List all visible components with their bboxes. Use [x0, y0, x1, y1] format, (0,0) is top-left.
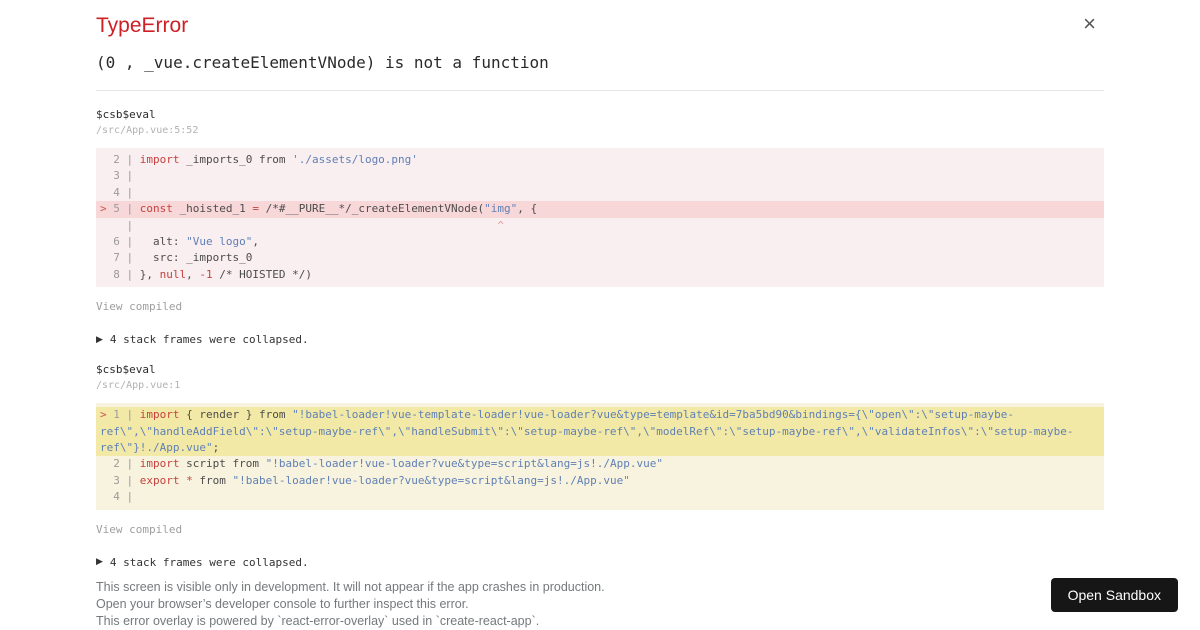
error-overlay: × TypeError (0 , _vue.createElementVNode…	[96, 0, 1104, 630]
collapsed-frames-label: 4 stack frames were collapsed.	[109, 555, 309, 569]
divider	[96, 90, 1104, 91]
footer-note: This screen is visible only in developme…	[96, 579, 1104, 630]
code-line: > 1 | import { render } from "!babel-loa…	[96, 407, 1104, 457]
code-segment: export	[139, 473, 180, 487]
expand-triangle-icon: ▶	[96, 557, 103, 568]
code-segment: import	[139, 457, 180, 471]
code-segment: ^	[497, 218, 504, 232]
code-segment: ,	[252, 235, 259, 249]
code-segment: 4 |	[100, 185, 134, 199]
collapsed-frames-toggle[interactable]: ▶ 4 stack frames were collapsed.	[96, 333, 309, 346]
code-segment: 3 |	[100, 473, 140, 487]
code-block: > 1 | import { render } from "!babel-loa…	[96, 403, 1104, 510]
code-segment: "Vue logo"	[186, 235, 253, 249]
code-segment: "img"	[484, 202, 518, 216]
code-segment: -1	[199, 267, 213, 281]
code-segment: >	[100, 408, 114, 422]
frame-function-name: $csb$eval	[96, 108, 156, 121]
code-line: 8 | }, null, -1 /* HOISTED */)	[96, 267, 1104, 283]
code-segment: { render } from	[179, 408, 293, 422]
open-sandbox-button[interactable]: Open Sandbox	[1050, 578, 1178, 612]
code-line: 4 |	[96, 489, 1104, 505]
code-segment: "!babel-loader!vue-loader?vue&type=scrip…	[232, 473, 630, 487]
code-segment: null	[159, 267, 187, 281]
footer-line: This screen is visible only in developme…	[96, 579, 605, 594]
code-segment: 7 |	[100, 251, 140, 265]
code-segment: script from	[179, 457, 266, 471]
view-compiled-link[interactable]: View compiled	[96, 523, 182, 536]
view-compiled-link[interactable]: View compiled	[96, 300, 182, 313]
code-line: 3 | export * from "!babel-loader!vue-loa…	[96, 473, 1104, 489]
code-segment: },	[139, 267, 160, 281]
code-segment: 4 |	[100, 490, 134, 504]
code-line: 4 |	[96, 185, 1104, 201]
error-title: TypeError	[96, 14, 189, 37]
code-segment: 3 |	[100, 169, 134, 183]
footer-line: This error overlay is powered by `react-…	[96, 613, 540, 628]
code-segment: 6 |	[100, 235, 140, 249]
code-segment: 2 |	[100, 457, 140, 471]
code-segment: src: _imports_0	[139, 251, 253, 265]
code-segment: "!babel-loader!vue-loader?vue&type=scrip…	[265, 457, 663, 471]
code-segment: const	[139, 202, 173, 216]
code-segment: alt:	[139, 235, 187, 249]
stack-frame: $csb$eval/src/App.vue:1 > 1 | import { re…	[96, 363, 1104, 569]
collapsed-frames-toggle[interactable]: ▶ 4 stack frames were collapsed.	[96, 556, 309, 569]
stack-frame: $csb$eval/src/App.vue:5:52 2 | import _i…	[96, 108, 1104, 346]
code-segment: =	[252, 202, 259, 216]
collapsed-frames-label: 4 stack frames were collapsed.	[109, 333, 309, 347]
code-segment: *	[186, 473, 193, 487]
code-segment: ;	[212, 441, 220, 455]
frame-location: /src/App.vue:5:52	[96, 125, 199, 136]
stack-frames: $csb$eval/src/App.vue:5:52 2 | import _i…	[96, 108, 1104, 569]
code-segment: import	[139, 153, 180, 166]
code-segment: _imports_0 from	[179, 153, 293, 166]
code-segment: _hoisted_1	[172, 202, 253, 216]
error-message: (0 , _vue.createElementVNode) is not a f…	[96, 53, 549, 72]
code-segment: ,	[186, 267, 200, 281]
code-segment: from	[192, 473, 233, 487]
code-line: | ^	[96, 218, 1104, 234]
code-segment: 2 |	[100, 153, 140, 166]
code-segment: /* HOISTED */)	[212, 267, 312, 281]
expand-triangle-icon: ▶	[96, 334, 103, 345]
code-line: 2 | import script from "!babel-loader!vu…	[96, 456, 1104, 472]
footer-line: Open your browser’s developer console to…	[96, 596, 469, 611]
code-line: 7 | src: _imports_0	[96, 250, 1104, 266]
frame-function-name: $csb$eval	[96, 363, 156, 377]
code-segment: 5 |	[113, 202, 140, 216]
code-segment: 1 |	[113, 408, 140, 422]
code-line: 2 | import _imports_0 from './assets/log…	[96, 152, 1104, 168]
code-line: 6 | alt: "Vue logo",	[96, 234, 1104, 250]
code-block: 2 | import _imports_0 from './assets/log…	[96, 148, 1104, 288]
code-segment: './assets/logo.png'	[292, 153, 418, 166]
code-segment: import	[139, 408, 180, 422]
code-segment: /*#__PURE__*/_createElementVNode(	[258, 202, 485, 216]
code-line: 3 |	[96, 168, 1104, 184]
code-segment: , {	[517, 202, 538, 216]
code-segment: |	[100, 218, 140, 232]
code-segment: 8 |	[100, 267, 140, 281]
code-line: > 5 | const _hoisted_1 = /*#__PURE__*/_c…	[96, 201, 1104, 218]
frame-location: /src/App.vue:1	[96, 380, 181, 392]
close-icon[interactable]: ×	[1083, 13, 1096, 35]
code-segment: >	[100, 202, 114, 216]
